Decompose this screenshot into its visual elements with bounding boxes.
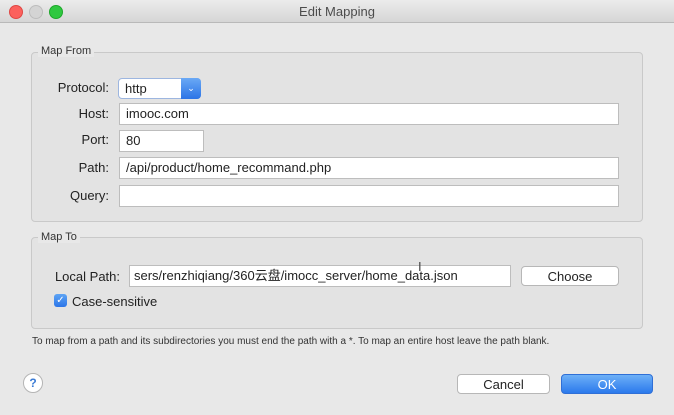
- protocol-select[interactable]: http ⌄: [118, 78, 201, 99]
- query-label: Query:: [69, 188, 109, 203]
- text-cursor-icon: I: [418, 259, 422, 274]
- map-from-legend: Map From: [38, 45, 95, 57]
- window-title: Edit Mapping: [299, 4, 375, 19]
- query-input[interactable]: [119, 185, 619, 207]
- protocol-label: Protocol:: [57, 80, 109, 95]
- path-label: Path:: [78, 160, 109, 175]
- choose-button[interactable]: Choose: [521, 266, 619, 286]
- chevron-down-icon: ⌄: [181, 78, 201, 99]
- path-hint-text: To map from a path and its subdirectorie…: [32, 336, 550, 347]
- local-path-input[interactable]: sers/renzhiqiang/360云盘/imocc_server/home…: [129, 265, 511, 287]
- local-path-label: Local Path:: [54, 269, 120, 284]
- port-label: Port:: [81, 132, 109, 147]
- host-input[interactable]: imooc.com: [119, 103, 619, 125]
- help-button[interactable]: ?: [23, 373, 43, 393]
- title-bar: Edit Mapping: [0, 0, 674, 23]
- map-to-legend: Map To: [38, 231, 80, 243]
- host-label: Host:: [78, 106, 109, 121]
- path-input[interactable]: /api/product/home_recommand.php: [119, 157, 619, 179]
- case-sensitive-checkbox[interactable]: ✓: [54, 294, 67, 307]
- cancel-button[interactable]: Cancel: [457, 374, 550, 394]
- port-input[interactable]: 80: [119, 130, 204, 152]
- ok-button[interactable]: OK: [561, 374, 653, 394]
- protocol-value: http: [125, 81, 147, 96]
- case-sensitive-label: Case-sensitive: [72, 294, 158, 309]
